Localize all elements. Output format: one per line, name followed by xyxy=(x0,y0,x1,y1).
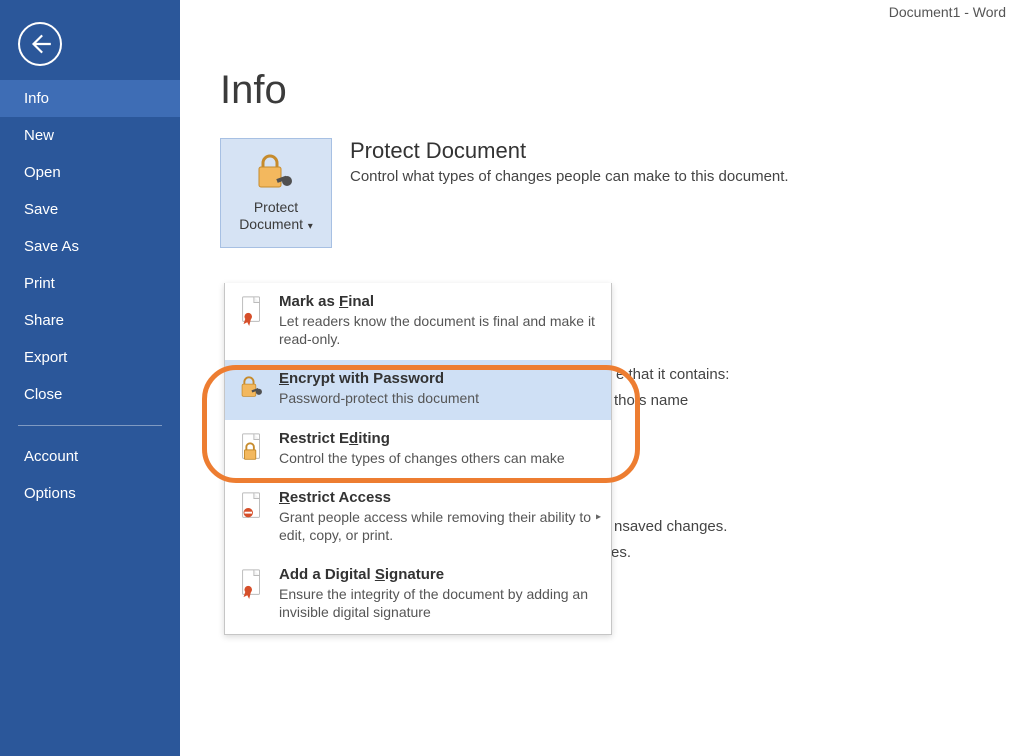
menu-item-title: Mark as Final xyxy=(279,293,597,310)
menu-item-desc: Ensure the integrity of the document by … xyxy=(279,585,597,621)
lock-key-icon xyxy=(253,153,299,193)
sidebar-item-account[interactable]: Account xyxy=(0,438,180,475)
ribbon-icon xyxy=(237,566,267,600)
protect-button-label-1: Protect xyxy=(254,199,298,215)
sidebar-item-share[interactable]: Share xyxy=(0,302,180,339)
sidebar-separator xyxy=(18,425,162,426)
menu-item-desc: Grant people access while removing their… xyxy=(279,508,597,544)
background-text: e that it contains: xyxy=(616,366,729,383)
menu-item-desc: Control the types of changes others can … xyxy=(279,449,597,467)
arrow-left-icon xyxy=(27,31,53,57)
sidebar-item-save[interactable]: Save xyxy=(0,191,180,228)
menu-item-title: Add a Digital Signature xyxy=(279,566,597,583)
window-title: Document1 - Word xyxy=(889,4,1006,20)
background-text: es. xyxy=(611,544,631,561)
menu-item-mark-as-final[interactable]: Mark as Final Let readers know the docume… xyxy=(225,283,611,360)
menu-item-title: Restrict Editing xyxy=(279,430,597,447)
sidebar-item-new[interactable]: New xyxy=(0,117,180,154)
sidebar-item-open[interactable]: Open xyxy=(0,154,180,191)
sidebar-item-save-as[interactable]: Save As xyxy=(0,228,180,265)
sidebar-item-info[interactable]: Info xyxy=(0,80,180,117)
ribbon-icon xyxy=(237,293,267,327)
menu-item-title: Encrypt with Password xyxy=(279,370,597,387)
lock-icon xyxy=(237,430,267,464)
page-title: Info xyxy=(220,68,994,113)
menu-item-add-a-digital-signature[interactable]: Add a Digital Signature Ensure the integr… xyxy=(225,556,611,633)
sidebar-item-export[interactable]: Export xyxy=(0,339,180,376)
sidebar-item-options[interactable]: Options xyxy=(0,475,180,512)
backstage-sidebar: InfoNewOpenSaveSave AsPrintShareExportCl… xyxy=(0,0,180,756)
menu-item-desc: Password-protect this document xyxy=(279,389,597,407)
sidebar-item-print[interactable]: Print xyxy=(0,265,180,302)
protect-document-menu: Mark as Final Let readers know the docume… xyxy=(224,283,612,635)
chevron-right-icon: ▸ xyxy=(596,512,601,523)
menu-item-restrict-access[interactable]: Restrict Access Grant people access while… xyxy=(225,479,611,556)
lock-key-icon xyxy=(237,370,267,404)
background-text: nsaved changes. xyxy=(614,518,727,535)
menu-item-restrict-editing[interactable]: Restrict Editing Control the types of cha… xyxy=(225,420,611,479)
menu-item-encrypt-with-password[interactable]: Encrypt with Password Password-protect th… xyxy=(225,360,611,419)
background-text: tho s name xyxy=(614,392,688,409)
protect-button-label-2: Document xyxy=(239,216,303,232)
sidebar-item-close[interactable]: Close xyxy=(0,376,180,413)
chevron-down-icon: ▾ xyxy=(305,221,313,232)
protect-document-section: Protect Document ▾ Protect Document Cont… xyxy=(220,138,994,248)
protect-heading: Protect Document xyxy=(350,138,789,164)
menu-item-title: Restrict Access xyxy=(279,489,597,506)
menu-item-desc: Let readers know the document is final a… xyxy=(279,312,597,348)
deny-icon xyxy=(237,489,267,523)
back-button[interactable] xyxy=(18,22,62,66)
protect-description: Control what types of changes people can… xyxy=(350,168,789,185)
protect-document-button[interactable]: Protect Document ▾ xyxy=(220,138,332,248)
